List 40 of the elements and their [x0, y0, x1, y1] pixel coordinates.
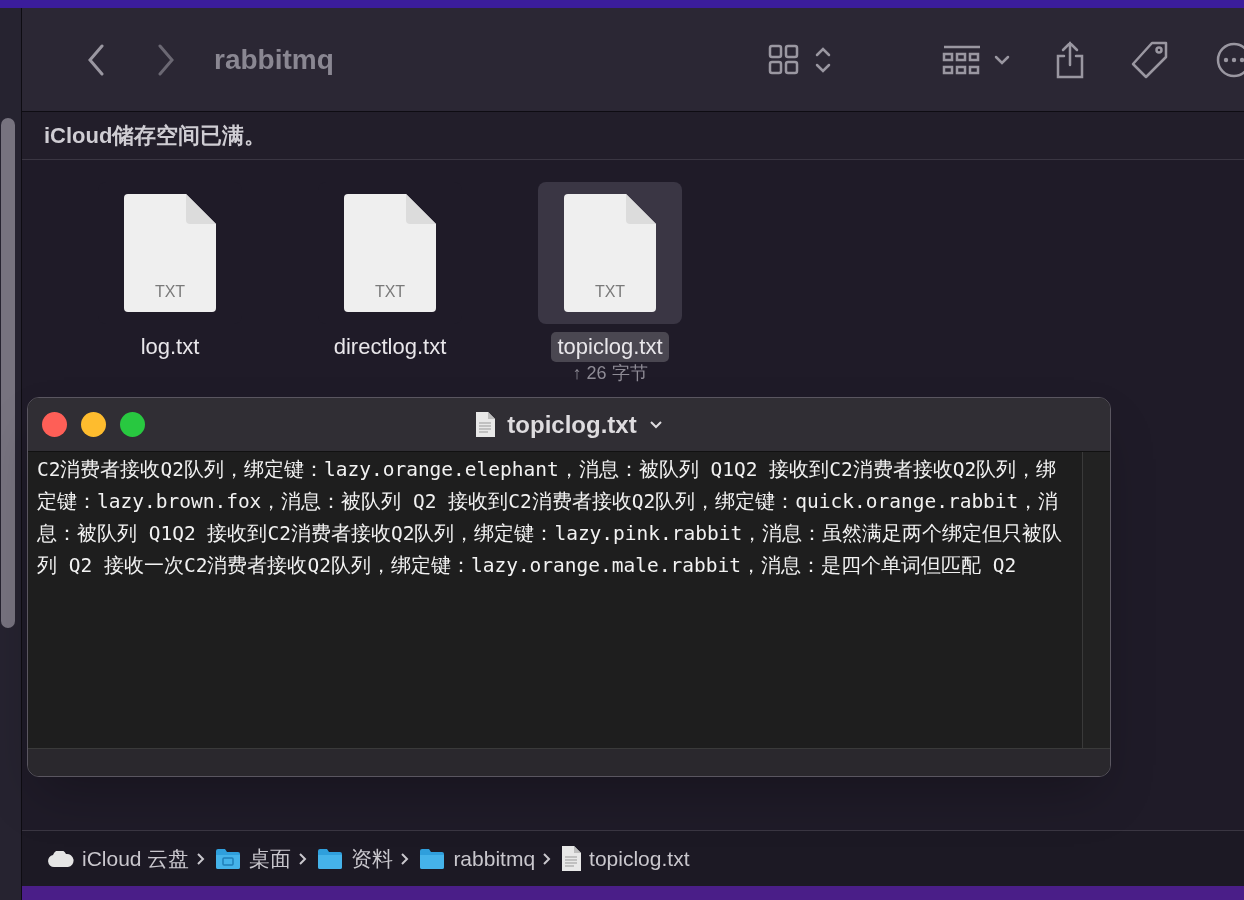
- file-name[interactable]: log.txt: [134, 332, 206, 362]
- document-text: C2消费者接收Q2队列，绑定键：lazy.orange.elephant，消息：被队列 Q1Q2 接收到C2消费者接收Q2队列，绑定键：lazy.brown.fox，消息：被队列 Q2 接收到C2消费者接收Q2队列，绑定键：quick.orange.rabbit，消息：被队列 Q1Q2 接收到C2消费者接收Q2队列，绑定键：lazy.pink.rabbit，消息：虽然满足两个绑定但只被队列 Q2 接收一次C2消费者接收Q2队列，绑定键：lazy.orange.male.rabbit，消息：是四个单词但匹配 Q2: [37, 457, 1064, 579]
- path-item[interactable]: iCloud 云盘: [82, 842, 190, 875]
- path-item[interactable]: topiclog.txt: [589, 842, 690, 875]
- share-icon[interactable]: [1054, 40, 1086, 79]
- cloud-icon: [48, 850, 74, 867]
- file-type-label: TXT: [153, 282, 187, 302]
- chevron-icon: [401, 852, 410, 865]
- storage-notice: iCloud储存空间已满。: [44, 122, 267, 150]
- tag-icon[interactable]: [1130, 39, 1170, 80]
- scrollbar-thumb[interactable]: [1, 118, 15, 628]
- file-size: ↑ 26 字节: [572, 362, 648, 384]
- document-icon: [344, 194, 436, 312]
- chevron-icon: [299, 852, 308, 865]
- more-icon[interactable]: [1216, 41, 1244, 78]
- zoom-button[interactable]: [120, 412, 145, 437]
- document-icon: [124, 194, 216, 312]
- file-name[interactable]: directlog.txt: [327, 332, 453, 362]
- folder-icon: [419, 848, 446, 869]
- path-item[interactable]: 资料: [351, 842, 394, 875]
- folder-icon: [317, 848, 344, 869]
- desktop-folder-icon: [215, 848, 242, 869]
- path-item[interactable]: 桌面: [249, 842, 292, 875]
- file-type-label: TXT: [593, 282, 627, 302]
- window-title[interactable]: topiclog.txt: [507, 406, 637, 443]
- file-type-label: TXT: [373, 282, 407, 302]
- minimize-button[interactable]: [81, 412, 106, 437]
- path-item[interactable]: rabbitmq: [453, 842, 536, 875]
- back-icon[interactable]: [86, 43, 106, 76]
- file-name[interactable]: topiclog.txt: [551, 332, 669, 362]
- forward-icon[interactable]: [156, 43, 176, 76]
- chevron-icon: [543, 852, 552, 865]
- chevron-down-icon[interactable]: [648, 419, 663, 430]
- chevron-icon: [197, 852, 206, 865]
- document-icon: [564, 194, 656, 312]
- document-icon: [475, 412, 496, 437]
- document-icon: [561, 846, 582, 871]
- file-item[interactable]: TXT: [538, 182, 682, 324]
- folder-title: rabbitmq: [214, 42, 334, 77]
- close-button[interactable]: [42, 412, 67, 437]
